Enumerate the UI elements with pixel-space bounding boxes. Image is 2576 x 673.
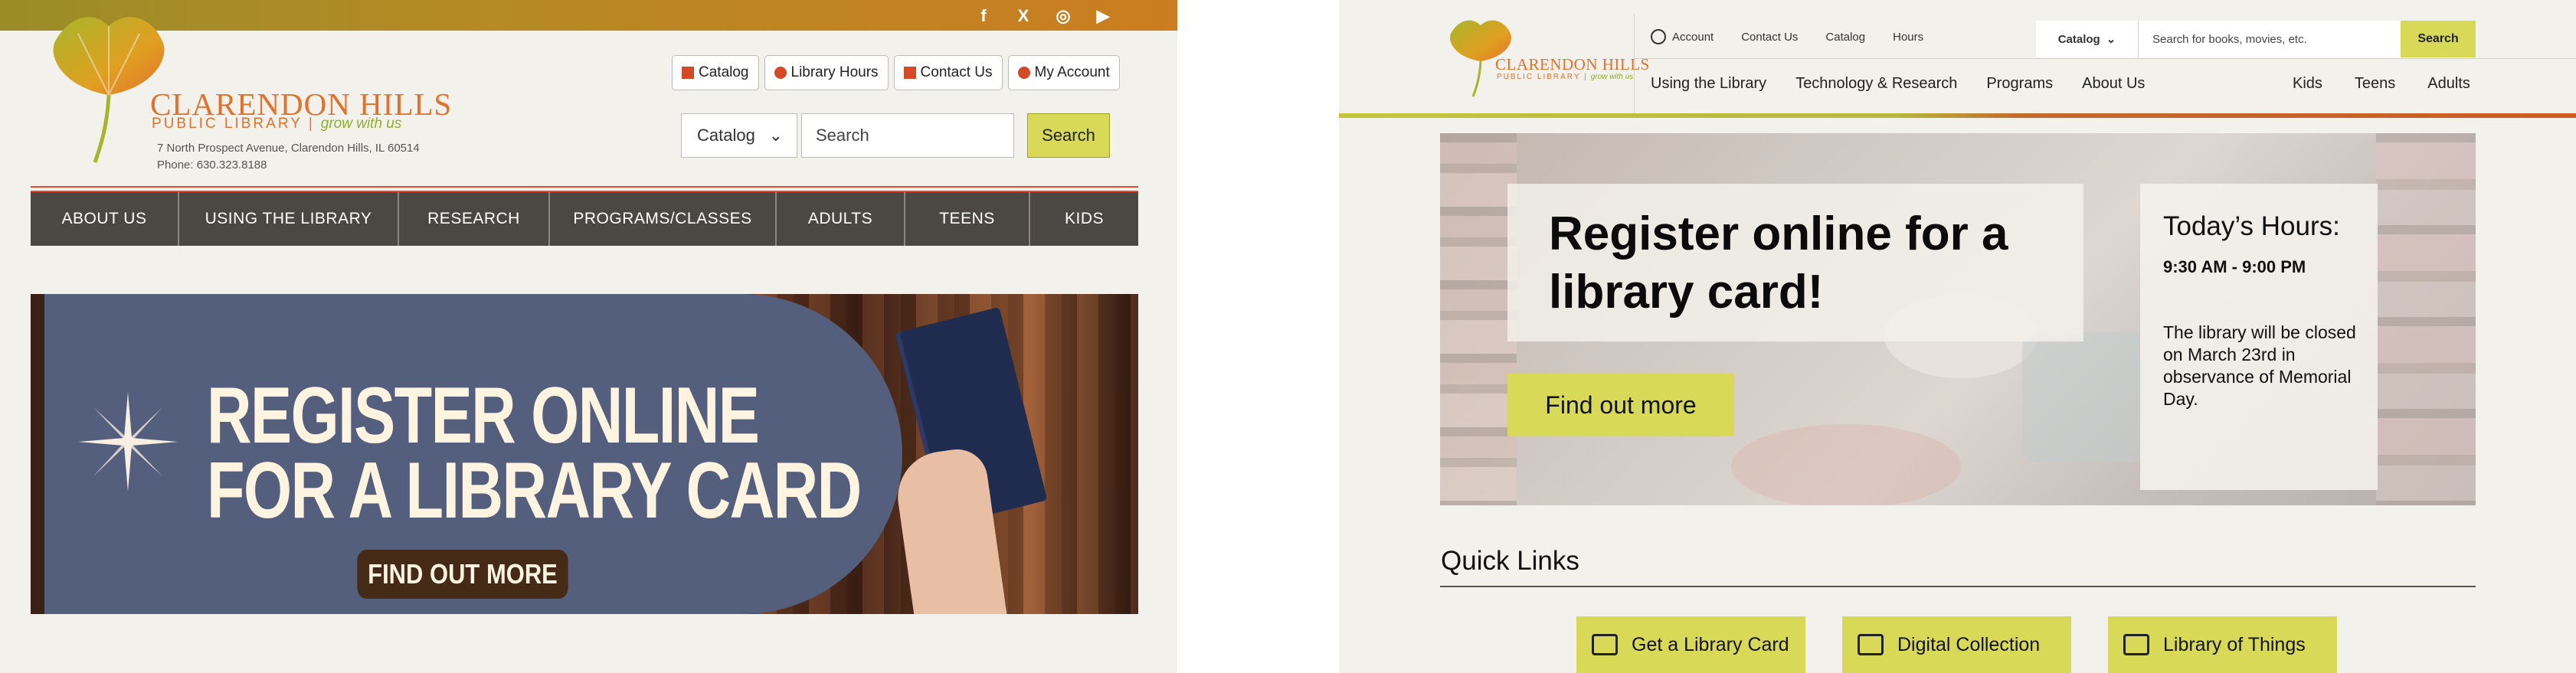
brand-subtitle: PUBLIC LIBRARY | grow with us bbox=[1497, 73, 1634, 81]
search-bar: Catalog ⌄ Search Search bbox=[681, 113, 1110, 158]
library-address: 7 North Prospect Avenue, Clarendon Hills… bbox=[157, 142, 420, 172]
header-divider bbox=[1634, 58, 2576, 59]
library-hours-button[interactable]: Library Hours bbox=[764, 55, 889, 90]
social-links: f X ◎ ▶ bbox=[974, 6, 1113, 25]
tablet-play-icon bbox=[1858, 634, 1884, 655]
books-icon bbox=[682, 67, 694, 79]
header: CLARENDON HILLS PUBLIC LIBRARY | grow wit… bbox=[1339, 0, 2576, 115]
nav-using-the-library[interactable]: USING THE LIBRARY bbox=[179, 192, 399, 246]
instagram-icon[interactable]: ◎ bbox=[1053, 6, 1073, 25]
new-website-screenshot: CLARENDON HILLS PUBLIC LIBRARY | grow wit… bbox=[1339, 0, 2576, 673]
library-card-icon bbox=[1592, 634, 1618, 655]
nav-about-us[interactable]: ABOUT US bbox=[31, 192, 179, 246]
nav-using-the-library[interactable]: Using the Library bbox=[1651, 75, 1766, 93]
user-circle-icon bbox=[1651, 29, 1666, 44]
quick-links: Get a Library Card Digital Collection Li… bbox=[1576, 616, 2337, 673]
hours-time: 9:30 AM - 9:00 PM bbox=[2163, 257, 2306, 276]
header-accent-line bbox=[1339, 113, 2576, 118]
get-library-card-button[interactable]: Get a Library Card bbox=[1576, 616, 1805, 673]
contact-us-button[interactable]: Contact Us bbox=[893, 55, 1003, 90]
search-input[interactable]: Search for books, movies, etc. bbox=[2139, 33, 2307, 46]
x-twitter-icon[interactable]: X bbox=[1013, 6, 1033, 25]
catalog-link[interactable]: Catalog bbox=[1825, 31, 1865, 44]
nav-divider-lines bbox=[31, 186, 1138, 192]
nav-programs[interactable]: Programs bbox=[1986, 75, 2053, 93]
facebook-icon[interactable]: f bbox=[974, 6, 993, 25]
banner-line-2: FOR A LIBRARY CARD bbox=[207, 446, 862, 535]
nav-technology-research[interactable]: Technology & Research bbox=[1795, 75, 1957, 93]
todays-hours-card: Today’s Hours: 9:30 AM - 9:00 PM The lib… bbox=[2140, 184, 2378, 490]
audience-nav: Kids Teens Adults bbox=[2293, 75, 2470, 93]
nav-kids[interactable]: Kids bbox=[2293, 75, 2322, 93]
hours-title: Today’s Hours: bbox=[2163, 211, 2340, 241]
account-link[interactable]: Account bbox=[1651, 29, 1714, 44]
nav-kids[interactable]: KIDS bbox=[1030, 192, 1138, 246]
digital-collection-button[interactable]: Digital Collection bbox=[1842, 616, 2071, 673]
search-bar: Catalog ⌄ Search for books, movies, etc. bbox=[2036, 21, 2401, 57]
sparkle-icon bbox=[78, 392, 178, 492]
find-out-more-button[interactable]: FIND OUT MORE bbox=[357, 550, 568, 599]
nav-adults[interactable]: ADULTS bbox=[777, 192, 905, 246]
top-bar: f X ◎ ▶ bbox=[0, 0, 1177, 31]
catalog-select[interactable]: Catalog ⌄ bbox=[681, 113, 797, 158]
library-of-things-button[interactable]: Library of Things bbox=[2108, 616, 2337, 673]
utility-links: Account Contact Us Catalog Hours bbox=[1651, 29, 1923, 44]
old-website-screenshot: f X ◎ ▶ CLARENDON HILLS PUBLIC LIBRARY |… bbox=[0, 0, 1177, 673]
nav-teens[interactable]: Teens bbox=[2355, 75, 2395, 93]
header-divider bbox=[1634, 14, 1635, 115]
nav-about-us[interactable]: About Us bbox=[2082, 75, 2145, 93]
clock-icon bbox=[774, 67, 787, 79]
catalog-select[interactable]: Catalog ⌄ bbox=[2036, 21, 2139, 57]
find-out-more-button[interactable]: Find out more bbox=[1507, 374, 1734, 436]
hours-link[interactable]: Hours bbox=[1893, 31, 1923, 44]
nav-teens[interactable]: TEENS bbox=[905, 192, 1030, 246]
contact-us-link[interactable]: Contact Us bbox=[1741, 31, 1798, 44]
search-input[interactable]: Search bbox=[801, 113, 1014, 158]
brand-name[interactable]: CLARENDON HILLS bbox=[1495, 55, 1650, 74]
search-button[interactable]: Search bbox=[2401, 21, 2476, 57]
main-nav: ABOUT US USING THE LIBRARY RESEARCH PROG… bbox=[31, 192, 1138, 246]
main-nav: Using the Library Technology & Research … bbox=[1651, 75, 2145, 93]
my-account-button[interactable]: My Account bbox=[1007, 55, 1120, 90]
nav-programs-classes[interactable]: PROGRAMS/CLASSES bbox=[550, 192, 777, 246]
hero-banner: Register online for a library card! Find… bbox=[1440, 133, 2476, 505]
brand-subtitle: PUBLIC LIBRARY | grow with us bbox=[152, 116, 402, 132]
catalog-button[interactable]: Catalog bbox=[672, 55, 759, 90]
youtube-icon[interactable]: ▶ bbox=[1093, 6, 1113, 25]
quick-links-divider bbox=[1440, 586, 2476, 587]
search-button[interactable]: Search bbox=[1027, 113, 1110, 158]
utility-buttons: Catalog Library Hours Contact Us My Acco… bbox=[672, 55, 1120, 90]
quick-links-heading: Quick Links bbox=[1441, 546, 1579, 576]
projector-icon bbox=[2123, 634, 2149, 655]
hero-title: Register online for a library card! bbox=[1549, 207, 2008, 319]
chevron-down-icon: ⌄ bbox=[768, 126, 783, 145]
nav-adults[interactable]: Adults bbox=[2427, 75, 2470, 93]
register-banner[interactable]: REGISTER ONLINE FOR A LIBRARY CARD FIND … bbox=[31, 294, 1138, 614]
user-icon bbox=[1017, 67, 1030, 79]
chat-icon bbox=[903, 67, 916, 79]
closure-notice: The library will be closed on March 23rd… bbox=[2163, 322, 2356, 409]
nav-research[interactable]: RESEARCH bbox=[399, 192, 550, 246]
chevron-down-icon: ⌄ bbox=[2106, 33, 2116, 46]
